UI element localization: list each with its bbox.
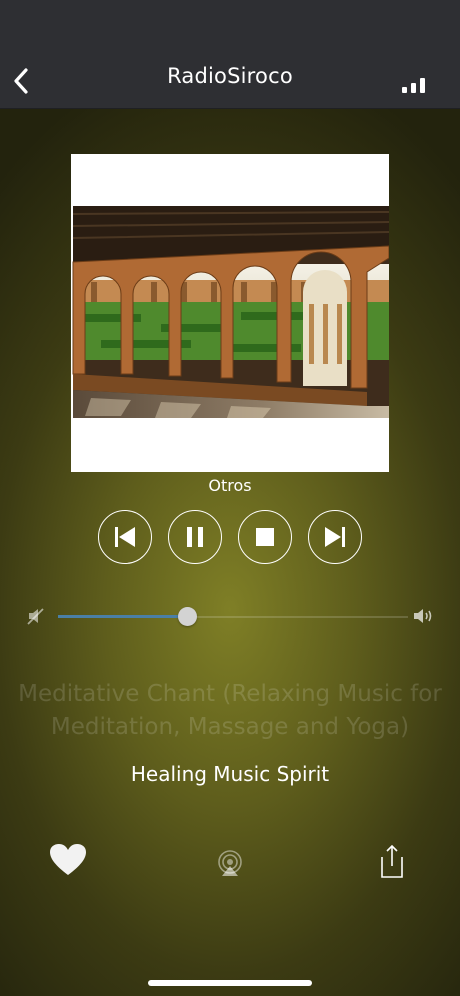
- stop-button[interactable]: [238, 510, 292, 564]
- next-button[interactable]: [308, 510, 362, 564]
- skip-next-icon: [325, 527, 345, 547]
- volume-fill: [58, 615, 188, 618]
- signal-bars-icon[interactable]: [402, 75, 430, 95]
- artist-name: Healing Music Spirit: [130, 762, 330, 786]
- airplay-icon: [218, 850, 242, 876]
- navigation-bar: RadioSiroco: [0, 0, 460, 109]
- genre-label: Otros: [208, 476, 252, 495]
- home-indicator[interactable]: [148, 980, 312, 986]
- airplay-button[interactable]: [216, 848, 244, 878]
- heart-icon: [50, 844, 86, 875]
- volume-control: [0, 600, 460, 630]
- volume-up-icon: [414, 609, 432, 623]
- pause-button[interactable]: [168, 510, 222, 564]
- player-screen: RadioSiroco Otros Meditative Chant (Rela…: [0, 0, 460, 996]
- share-icon: [381, 844, 403, 878]
- chevron-left-icon: [14, 68, 28, 94]
- page-title: RadioSiroco: [167, 64, 293, 88]
- album-artwork: [71, 154, 390, 472]
- back-button[interactable]: [6, 62, 40, 102]
- previous-button[interactable]: [98, 510, 152, 564]
- favorite-button[interactable]: [48, 842, 88, 878]
- playback-controls: [0, 510, 460, 566]
- pause-icon: [187, 527, 203, 547]
- cloister-arches-photo: [72, 206, 390, 418]
- share-button[interactable]: [378, 843, 406, 879]
- track-title: Meditative Chant (Relaxing Music for Med…: [18, 681, 442, 740]
- volume-slider-thumb[interactable]: [178, 607, 197, 626]
- volume-mute-icon: [27, 608, 44, 625]
- stop-icon: [256, 528, 274, 546]
- skip-previous-icon: [115, 527, 135, 547]
